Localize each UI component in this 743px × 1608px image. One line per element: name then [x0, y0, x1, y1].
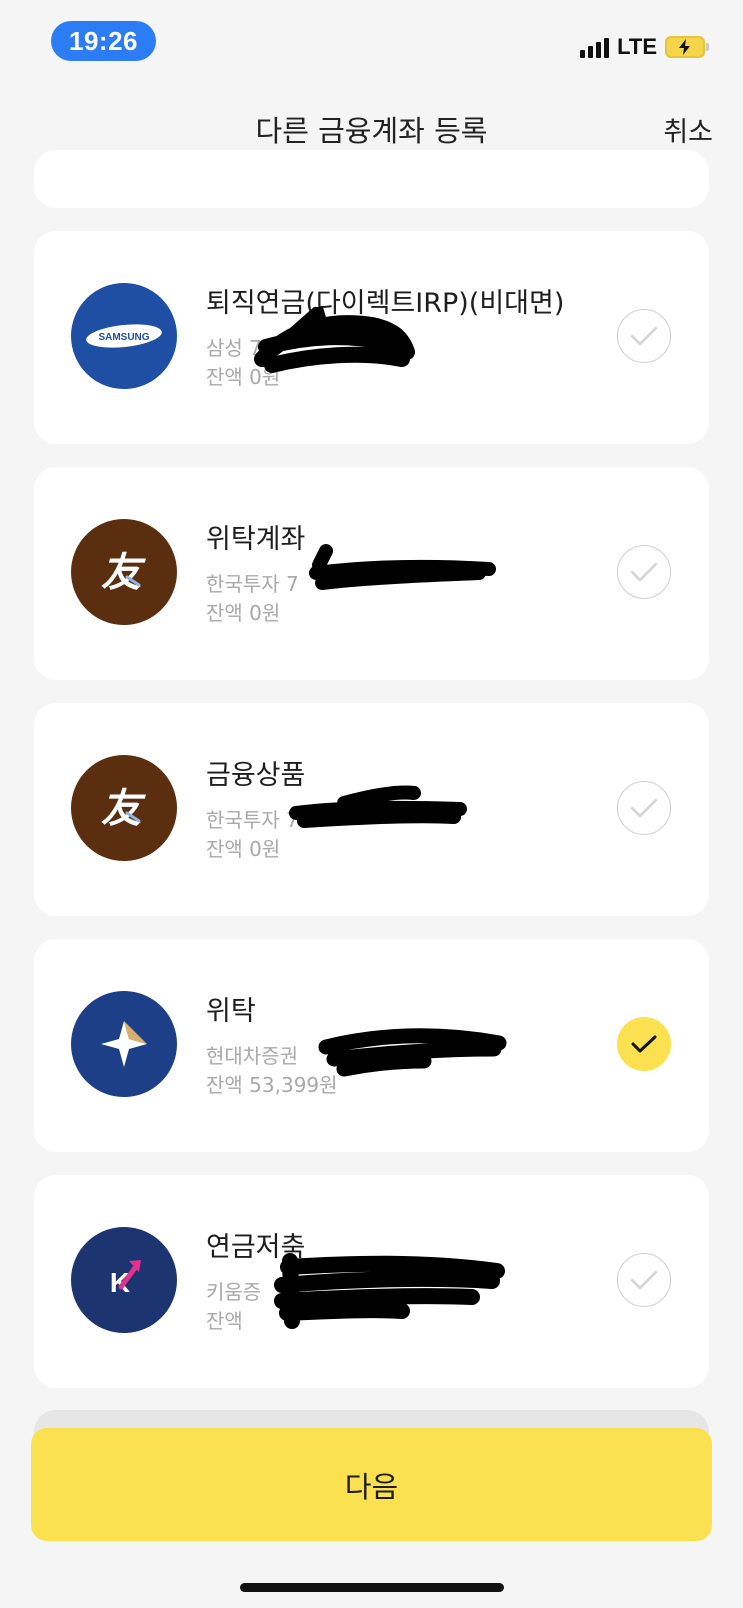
account-name: 연금저축	[206, 1232, 306, 1263]
account-card[interactable]: 友 위탁계좌 한국투자 7 잔액 0원	[34, 467, 709, 680]
page-title: 다른 금융계좌 등록	[255, 114, 488, 148]
select-checkbox[interactable]	[617, 309, 671, 363]
account-balance: 잔액	[206, 1309, 243, 1333]
account-institution: 삼성 71 ⌄	[206, 336, 387, 360]
korea-investment-logo: 友	[71, 755, 177, 861]
account-balance: 잔액 0원	[206, 365, 281, 389]
redaction-scribble	[289, 785, 467, 828]
status-time: 19:26	[51, 21, 156, 61]
account-name: 위탁계좌	[206, 524, 306, 555]
cancel-button[interactable]: 취소	[663, 110, 713, 149]
account-balance: 잔액 0원	[206, 601, 281, 625]
account-institution: 키움증	[206, 1280, 262, 1304]
account-name: 퇴직연금(다이렉트IRP)(비대면)	[206, 288, 565, 319]
account-institution: 현대차증권	[206, 1044, 298, 1068]
korea-investment-logo-text: 友	[101, 785, 146, 832]
next-button[interactable]: 다음	[31, 1428, 712, 1541]
check-icon	[630, 326, 658, 346]
battery-charging-icon	[665, 36, 709, 58]
account-card[interactable]: 友 금융상품 한국투자 7 잔액 0원	[34, 703, 709, 916]
check-icon	[630, 1270, 658, 1290]
samsung-logo-text: SAMSUNG	[98, 332, 149, 343]
redaction-scribble	[309, 544, 496, 590]
home-indicator	[240, 1583, 504, 1592]
korea-investment-logo-text: 友	[101, 549, 146, 596]
check-icon	[631, 1035, 657, 1053]
status-bar: 19:26 LTE	[0, 0, 743, 90]
hyundai-motor-securities-logo	[71, 991, 177, 1097]
account-name: 금융상품	[206, 760, 306, 791]
check-icon	[630, 562, 658, 582]
account-institution: 한국투자 7	[206, 572, 299, 596]
account-name: 위탁	[206, 996, 256, 1027]
signal-icon	[580, 36, 610, 58]
account-institution: 한국투자 7	[206, 808, 299, 832]
account-balance: 잔액 53,399원	[206, 1073, 338, 1097]
select-checkbox[interactable]	[617, 545, 671, 599]
account-balance: 잔액 0원	[206, 837, 281, 861]
account-card[interactable]: 위탁 현대차증권 잔액 53,399원	[34, 939, 709, 1152]
account-card[interactable]: K 연금저축 키움증 잔액	[34, 1175, 709, 1388]
check-icon	[630, 798, 658, 818]
status-indicators: LTE	[580, 34, 709, 60]
select-checkbox[interactable]	[617, 781, 671, 835]
account-card[interactable]: SAMSUNG 퇴직연금(다이렉트IRP)(비대면) 삼성 71 ⌄ 잔액 0원	[34, 231, 709, 444]
kiwoom-logo: K	[71, 1227, 177, 1333]
chevron-down-icon: ⌄	[369, 336, 387, 360]
redaction-scribble	[318, 1028, 507, 1077]
samsung-logo: SAMSUNG	[71, 283, 177, 389]
network-type: LTE	[617, 34, 657, 59]
select-checkbox-checked[interactable]	[617, 1017, 671, 1071]
select-checkbox[interactable]	[617, 1253, 671, 1307]
korea-investment-logo: 友	[71, 519, 177, 625]
account-card-partial	[34, 150, 709, 208]
